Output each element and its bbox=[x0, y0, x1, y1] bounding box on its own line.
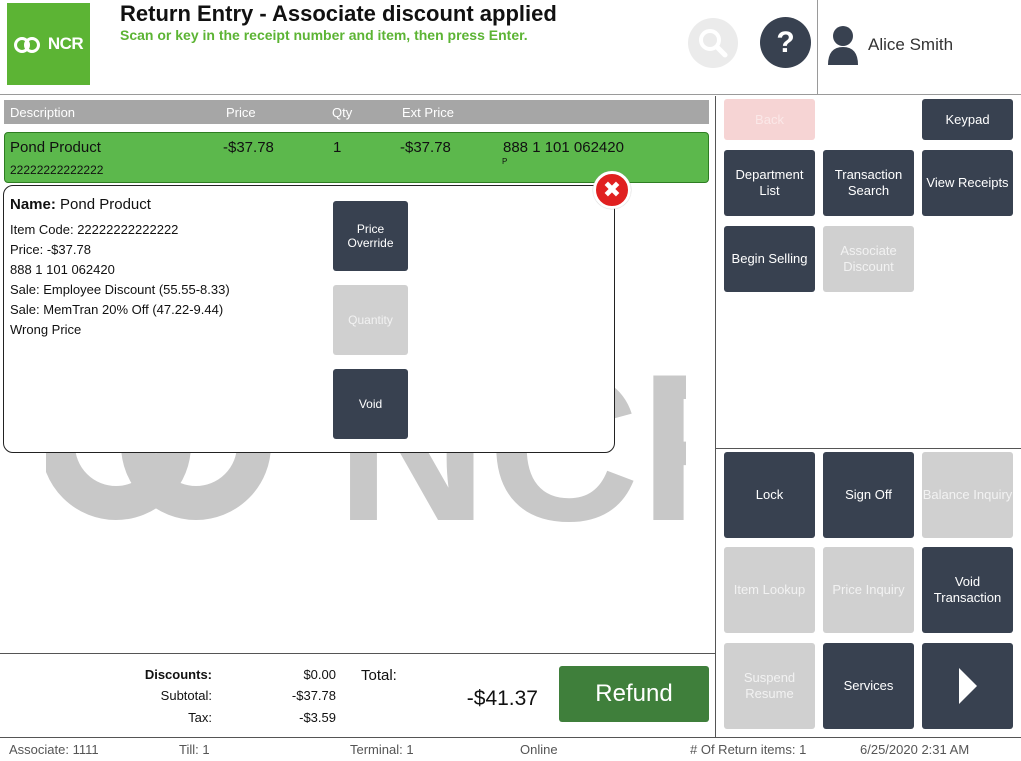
row-description: Pond Product bbox=[10, 139, 101, 156]
void-transaction-button[interactable]: Void Transaction bbox=[922, 547, 1013, 633]
user-name[interactable]: Alice Smith bbox=[868, 35, 953, 55]
status-datetime: 6/25/2020 2:31 AM bbox=[860, 742, 970, 757]
page-title: Return Entry - Associate discount applie… bbox=[120, 1, 557, 26]
items-table-header: Description Price Qty Ext Price bbox=[4, 100, 709, 124]
detail-name-value: Pond Product bbox=[60, 196, 151, 213]
suspend-resume-button[interactable]: Suspend Resume bbox=[724, 643, 815, 729]
price-override-button[interactable]: Price Override bbox=[333, 201, 408, 271]
row-qty: 1 bbox=[333, 139, 342, 156]
total-label: Total: bbox=[361, 667, 397, 684]
services-button[interactable]: Services bbox=[823, 643, 914, 729]
subtotal-value: -$37.78 bbox=[291, 688, 336, 703]
item-details-panel: Name: Pond Product Item Code: 2222222222… bbox=[3, 185, 615, 453]
row-code-display: 888 1 101 062420 bbox=[503, 139, 624, 156]
search-icon bbox=[699, 29, 728, 58]
tax-label: Tax: bbox=[188, 710, 212, 725]
lock-button[interactable]: Lock bbox=[724, 452, 815, 538]
header-bar: NCR Return Entry - Associate discount ap… bbox=[0, 0, 1021, 95]
chevron-right-icon bbox=[958, 668, 977, 704]
column-header-description: Description bbox=[10, 105, 76, 120]
detail-name-label: Name: bbox=[10, 196, 56, 213]
help-button[interactable]: ? bbox=[760, 17, 811, 68]
item-lookup-button[interactable]: Item Lookup bbox=[724, 547, 815, 633]
page-instruction: Scan or key in the receipt number and it… bbox=[120, 27, 528, 43]
column-header-price: Price bbox=[226, 105, 256, 120]
status-terminal: Terminal: 1 bbox=[350, 742, 414, 757]
row-price: -$37.78 bbox=[223, 139, 274, 156]
status-online: Online bbox=[520, 742, 558, 757]
tax-value: -$3.59 bbox=[299, 710, 336, 725]
detail-name: Name: Pond Product bbox=[10, 196, 151, 213]
department-list-button[interactable]: Department List bbox=[724, 150, 815, 216]
search-button[interactable] bbox=[688, 18, 738, 68]
detail-code-display: 888 1 101 062420 bbox=[10, 262, 115, 277]
row-item-code: 22222222222222 bbox=[10, 163, 104, 177]
detail-item-code: Item Code: 22222222222222 bbox=[10, 222, 179, 237]
status-return-items: # Of Return items: 1 bbox=[690, 742, 807, 757]
associate-discount-button[interactable]: Associate Discount bbox=[823, 226, 914, 292]
question-icon: ? bbox=[776, 25, 795, 59]
subtotal-label: Subtotal: bbox=[160, 688, 212, 703]
transaction-search-button[interactable]: Transaction Search bbox=[823, 150, 914, 216]
detail-reason: Wrong Price bbox=[10, 322, 82, 337]
right-panel-divider bbox=[716, 448, 1021, 449]
totals-divider bbox=[0, 653, 715, 654]
vertical-divider bbox=[715, 96, 716, 737]
total-value: -$41.37 bbox=[466, 687, 538, 710]
column-header-ext-price: Ext Price bbox=[402, 105, 455, 120]
close-icon: ✖ bbox=[602, 177, 622, 202]
status-bar: Associate: 1111 Till: 1 Terminal: 1 Onli… bbox=[0, 737, 1021, 761]
refund-button[interactable]: Refund bbox=[559, 666, 709, 722]
detail-sale-2: Sale: MemTran 20% Off (47.22-9.44) bbox=[10, 302, 224, 317]
logo-text: NCR bbox=[47, 34, 84, 53]
next-page-button[interactable] bbox=[922, 643, 1013, 729]
user-icon bbox=[828, 26, 858, 65]
discounts-label: Discounts: bbox=[144, 667, 212, 682]
quantity-button[interactable]: Quantity bbox=[333, 285, 408, 355]
header-divider bbox=[817, 0, 818, 95]
back-button[interactable]: Back bbox=[724, 99, 815, 140]
ncr-logo: NCR bbox=[7, 3, 90, 85]
column-header-qty: Qty bbox=[332, 105, 353, 120]
detail-price: Price: -$37.78 bbox=[10, 242, 91, 257]
price-inquiry-button[interactable]: Price Inquiry bbox=[823, 547, 914, 633]
detail-sale-1: Sale: Employee Discount (55.55-8.33) bbox=[10, 282, 230, 297]
begin-selling-button[interactable]: Begin Selling bbox=[724, 226, 815, 292]
keypad-button[interactable]: Keypad bbox=[922, 99, 1013, 140]
discounts-value: $0.00 bbox=[303, 667, 336, 682]
row-ext-price: -$37.78 bbox=[400, 139, 451, 156]
row-flag: P bbox=[502, 157, 508, 166]
sign-off-button[interactable]: Sign Off bbox=[823, 452, 914, 538]
void-button[interactable]: Void bbox=[333, 369, 408, 439]
balance-inquiry-button[interactable]: Balance Inquiry bbox=[922, 452, 1013, 538]
ncr-logo-icon bbox=[13, 37, 44, 53]
status-till: Till: 1 bbox=[179, 742, 210, 757]
close-details-button[interactable]: ✖ bbox=[593, 171, 631, 209]
status-associate: Associate: 1111 bbox=[9, 742, 99, 757]
view-receipts-button[interactable]: View Receipts bbox=[922, 150, 1013, 216]
